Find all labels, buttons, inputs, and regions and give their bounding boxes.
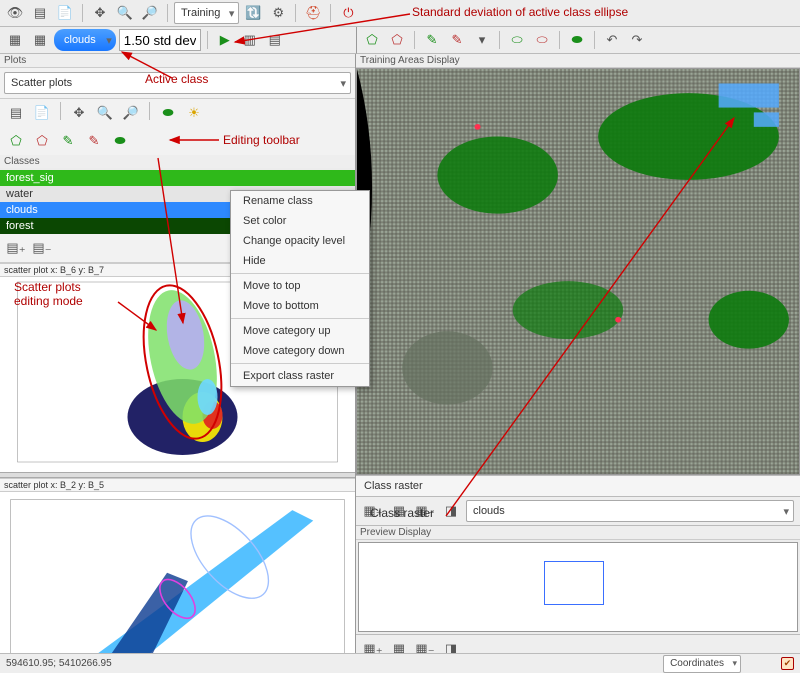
- training-mode-combo[interactable]: Training: [174, 2, 239, 24]
- class-raster-label-row: Class raster: [356, 475, 800, 496]
- edit-poly-new-icon[interactable]: ⬠: [5, 130, 27, 152]
- export-icon[interactable]: ▤: [264, 29, 286, 51]
- class-raster-combo[interactable]: clouds: [466, 500, 794, 522]
- line-new-icon[interactable]: ✎: [421, 29, 443, 51]
- training-display-title: Training Areas Display: [356, 54, 800, 68]
- class-toolbar: ▦ ▦ clouds ▶ ▥ ▤: [0, 27, 356, 54]
- plots-toolbar-1: ▤ 📄 ✥ 🔍 🔎 ⬬ ☀: [0, 99, 355, 127]
- training-map-display[interactable]: [356, 68, 800, 475]
- undo-icon[interactable]: ↶: [601, 29, 623, 51]
- plots-selector-combo[interactable]: Scatter plots: [4, 72, 351, 94]
- zoom-out-icon[interactable]: 🔎: [139, 2, 161, 24]
- plots-panel-title: Plots: [0, 54, 355, 68]
- redo-icon[interactable]: ↷: [626, 29, 648, 51]
- stddev-input[interactable]: [119, 29, 201, 51]
- edit-line-new-icon[interactable]: ✎: [57, 130, 79, 152]
- plots-toolbar-2: ⬠ ⬠ ✎ ✎ ⬬: [0, 127, 355, 155]
- edit-line-del-icon[interactable]: ✎: [83, 130, 105, 152]
- scatter2-label: scatter plot x: B_2 y: B_5: [0, 478, 355, 492]
- run-icon[interactable]: ▶: [214, 29, 236, 51]
- class-context-menu[interactable]: Rename classSet colorChange opacity leve…: [230, 190, 370, 387]
- refresh-icon[interactable]: 🔃: [242, 2, 264, 24]
- raster-opacity-icon[interactable]: ◨: [440, 500, 462, 522]
- raster-del-icon[interactable]: ▦₋: [414, 500, 436, 522]
- plot-zoomout-icon[interactable]: 🔎: [120, 102, 142, 124]
- class-add-icon[interactable]: ▤₊: [5, 237, 27, 259]
- digitize-toolbar: ⬠ ⬠ ✎ ✎ ▾ ⬭ ⬭ ⬬ ↶ ↷: [356, 27, 800, 54]
- plot-add-icon[interactable]: ▤: [5, 102, 27, 124]
- sun-icon[interactable]: ☀: [183, 102, 205, 124]
- ctx-move-category-up[interactable]: Move category up: [231, 321, 369, 341]
- line-del-icon[interactable]: ✎: [446, 29, 468, 51]
- plot-doc-icon[interactable]: 📄: [31, 102, 53, 124]
- status-bar: 594610.95; 5410266.95 Coordinates ✔: [0, 653, 800, 673]
- class-raster-toolbar: ▦₊ ▦ ▦₋ ◨ clouds: [356, 496, 800, 526]
- eye-icon[interactable]: 👁: [4, 2, 26, 24]
- status-coords: 594610.95; 5410266.95: [6, 658, 112, 669]
- pan-icon[interactable]: ✥: [89, 2, 111, 24]
- preview-title: Preview Display: [356, 526, 800, 540]
- status-mode-combo[interactable]: Coordinates: [663, 655, 741, 673]
- class-row-forest_sig[interactable]: forest_sig: [0, 170, 355, 186]
- settings-icon[interactable]: ⚙: [267, 2, 289, 24]
- edit-poly-del-icon[interactable]: ⬠: [31, 130, 53, 152]
- blob-icon[interactable]: ⬬: [566, 29, 588, 51]
- ctx-change-opacity-level[interactable]: Change opacity level: [231, 231, 369, 251]
- ctx-export-class-raster[interactable]: Export class raster: [231, 366, 369, 386]
- raster-add-icon[interactable]: ▦₊: [362, 500, 384, 522]
- class-raster-label: Class raster: [364, 480, 423, 492]
- plot-zoomin-icon[interactable]: 🔍: [94, 102, 116, 124]
- raster-import-icon[interactable]: ▦: [388, 500, 410, 522]
- status-check-icon[interactable]: ✔: [781, 657, 794, 670]
- add-layer-icon[interactable]: ▤: [29, 2, 51, 24]
- help-icon[interactable]: ⛑: [302, 2, 324, 24]
- active-class-combo[interactable]: clouds: [54, 29, 116, 51]
- run-tool-icon[interactable]: ▥: [239, 29, 261, 51]
- area-new-icon[interactable]: ⬭: [506, 29, 528, 51]
- new-doc-icon[interactable]: 📄: [54, 2, 76, 24]
- ctx-hide[interactable]: Hide: [231, 251, 369, 271]
- add-raster-icon[interactable]: ▦: [4, 29, 26, 51]
- plot-pan-icon[interactable]: ✥: [68, 102, 90, 124]
- ctx-rename-class[interactable]: Rename class: [231, 191, 369, 211]
- power-icon[interactable]: ⏻: [337, 2, 359, 24]
- area-del-icon[interactable]: ⬭: [531, 29, 553, 51]
- class-del-icon[interactable]: ▤₋: [31, 237, 53, 259]
- plot-blob-icon[interactable]: ⬬: [157, 102, 179, 124]
- ctx-move-to-top[interactable]: Move to top: [231, 276, 369, 296]
- polygon-new-icon[interactable]: ⬠: [361, 29, 383, 51]
- preview-display[interactable]: [358, 542, 798, 632]
- ctx-move-to-bottom[interactable]: Move to bottom: [231, 296, 369, 316]
- main-toolbar-1: 👁 ▤ 📄 ✥ 🔍 🔎 Training 🔃 ⚙ ⛑ ⏻: [0, 0, 800, 27]
- ctx-set-color[interactable]: Set color: [231, 211, 369, 231]
- cell-stats-icon[interactable]: ▦: [29, 29, 51, 51]
- zoom-in-icon[interactable]: 🔍: [114, 2, 136, 24]
- ctx-move-category-down[interactable]: Move category down: [231, 341, 369, 361]
- edit-blob-icon[interactable]: ⬬: [109, 130, 131, 152]
- vertex-tool-icon[interactable]: ▾: [471, 29, 493, 51]
- preview-view-rect[interactable]: [544, 561, 604, 605]
- classes-header: Classes: [0, 155, 355, 168]
- scatter-plot-2[interactable]: [0, 492, 355, 664]
- polygon-del-icon[interactable]: ⬠: [386, 29, 408, 51]
